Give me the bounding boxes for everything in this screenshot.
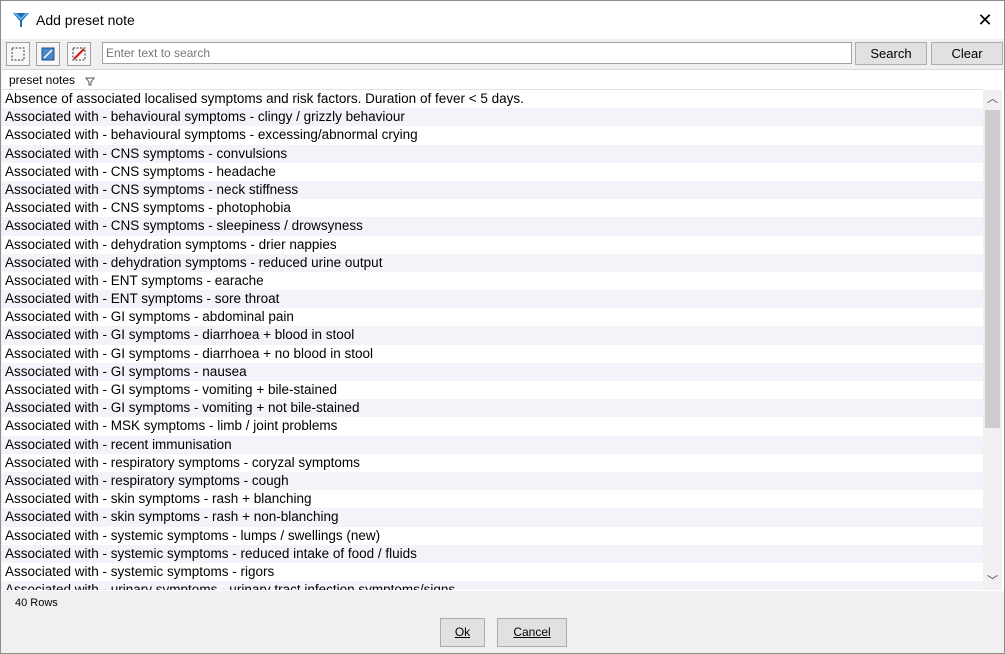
window-title: Add preset note [36, 12, 135, 28]
table-row[interactable]: Associated with - CNS symptoms - headach… [2, 162, 983, 181]
table-row[interactable]: Associated with - GI symptoms - abdomina… [2, 308, 983, 327]
table-row[interactable]: Associated with - dehydration symptoms -… [2, 235, 983, 254]
toolbar: Search Clear [1, 40, 1004, 68]
select-all-button[interactable] [6, 42, 30, 66]
select-all-icon [11, 47, 25, 61]
table-row[interactable]: Associated with - ENT symptoms - earache [2, 271, 983, 291]
clear-button[interactable]: Clear [931, 42, 1003, 65]
ok-button[interactable]: Ok [440, 618, 485, 647]
close-button[interactable]: ✕ [970, 5, 1000, 35]
table-row[interactable]: Associated with - respiratory symptoms -… [2, 471, 983, 491]
table-row[interactable]: Associated with - recent immunisation [2, 435, 983, 454]
table-row[interactable]: Associated with - respiratory symptoms -… [2, 453, 983, 472]
table-row[interactable]: Associated with - systemic symptoms - re… [2, 544, 983, 563]
table-row[interactable]: Absence of associated localised symptoms… [2, 90, 983, 109]
clear-label: Clear [951, 46, 983, 61]
search-input[interactable] [102, 42, 852, 64]
table-row[interactable]: Associated with - MSK symptoms - limb / … [2, 417, 983, 436]
table-row[interactable]: Associated with - GI symptoms - vomiting… [2, 381, 983, 400]
column-filter-icon[interactable] [85, 74, 95, 89]
table-row[interactable]: Associated with - behavioural symptoms -… [2, 126, 983, 145]
table-row[interactable]: Associated with - skin symptoms - rash +… [2, 490, 983, 509]
table-row[interactable]: Associated with - CNS symptoms - neck st… [2, 180, 983, 200]
table-row[interactable]: Associated with - ENT symptoms - sore th… [2, 290, 983, 309]
deselect-button[interactable] [67, 42, 91, 66]
column-header[interactable]: preset notes [2, 70, 983, 90]
search-button[interactable]: Search [855, 42, 927, 65]
vertical-scrollbar[interactable]: ︿ ﹀ [983, 90, 1002, 590]
table-row[interactable]: Associated with - CNS symptoms - photoph… [2, 199, 983, 218]
rows-list: Absence of associated localised symptoms… [2, 90, 983, 590]
column-header-label: preset notes [9, 73, 76, 87]
add-preset-note-dialog: Add preset note ✕ Search Clear preset no… [0, 0, 1005, 654]
scroll-down-icon[interactable]: ﹀ [983, 572, 1002, 590]
table-row[interactable]: Associated with - systemic symptoms - lu… [2, 526, 983, 545]
table-row[interactable]: Associated with - behavioural symptoms -… [2, 108, 983, 127]
scroll-up-icon[interactable]: ︿ [983, 90, 1002, 108]
table-row[interactable]: Associated with - GI symptoms - nausea [2, 362, 983, 381]
cancel-label: Cancel [513, 625, 551, 639]
deselect-icon [72, 47, 86, 61]
row-count-status: 40 Rows [15, 597, 58, 609]
title-bar: Add preset note ✕ [1, 1, 1004, 39]
table-row[interactable]: Associated with - dehydration symptoms -… [2, 253, 983, 272]
table-row[interactable]: Associated with - CNS symptoms - convuls… [2, 144, 983, 163]
table-row[interactable]: Associated with - urinary symptoms - uri… [2, 581, 983, 590]
table-row[interactable]: Associated with - GI symptoms - diarrhoe… [2, 344, 983, 363]
table-row[interactable]: Associated with - systemic symptoms - ri… [2, 562, 983, 582]
table-row[interactable]: Associated with - GI symptoms - diarrhoe… [2, 326, 983, 345]
app-filter-icon [11, 10, 31, 30]
scroll-thumb[interactable] [985, 110, 1000, 428]
table-row[interactable]: Associated with - skin symptoms - rash +… [2, 508, 983, 527]
cancel-button[interactable]: Cancel [497, 618, 567, 647]
select-marked-button[interactable] [36, 42, 60, 66]
select-marked-icon [41, 47, 55, 61]
table-row[interactable]: Associated with - GI symptoms - vomiting… [2, 399, 983, 418]
table-row[interactable]: Associated with - CNS symptoms - sleepin… [2, 217, 983, 236]
preset-notes-grid: preset notes Absence of associated local… [2, 69, 1004, 591]
ok-label: Ok [454, 625, 471, 639]
